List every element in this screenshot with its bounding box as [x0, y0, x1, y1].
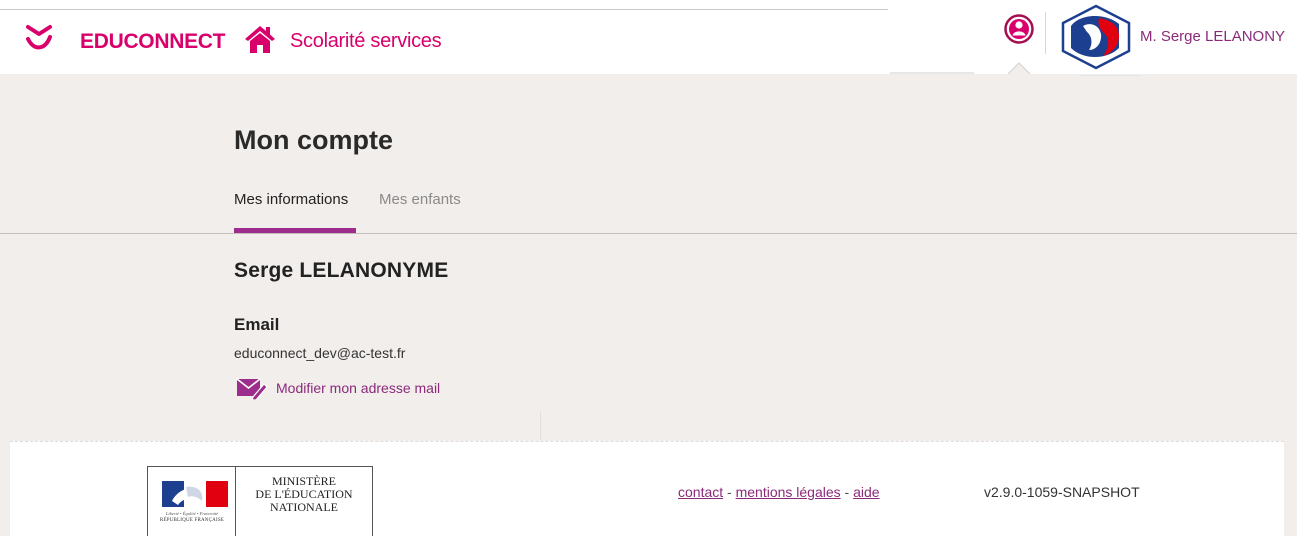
marianne-icon [162, 481, 228, 507]
top-bar: EDUCONNECT Scolarité services M. Serge L… [0, 0, 1297, 76]
republique-label: RÉPUBLIQUE FRANÇAISE [159, 518, 225, 523]
header-underline [1080, 75, 1140, 76]
profile-name: Serge LELANONYME [234, 259, 449, 282]
mail-edit-icon[interactable] [236, 376, 268, 400]
educonnect-logo-icon[interactable] [24, 24, 54, 52]
user-circle-icon[interactable] [1004, 14, 1034, 44]
link-separator: - [840, 484, 854, 500]
tabs-divider [0, 233, 1297, 234]
ministry-name: MINISTÈRE DE L'ÉDUCATION NATIONALE [236, 475, 372, 514]
app-version: v2.9.0-1059-SNAPSHOT [984, 484, 1140, 500]
marianne-flag-area: Liberté • Égalité • Fraternité RÉPUBLIQU… [148, 467, 236, 536]
footer-links: contact - mentions légales - aide [678, 484, 880, 500]
mentions-legales-link[interactable]: mentions légales [736, 484, 841, 500]
link-separator: - [723, 484, 736, 500]
email-label: Email [234, 315, 280, 334]
service-title[interactable]: Scolarité services [290, 30, 442, 53]
email-value: educonnect_dev@ac-test.fr [234, 345, 406, 361]
ministry-line: NATIONALE [270, 500, 338, 514]
tab-mes-enfants[interactable]: Mes enfants [379, 191, 461, 208]
page-title: Mon compte [234, 125, 393, 155]
header-underline [890, 72, 974, 74]
top-divider [0, 9, 888, 10]
modify-email-link[interactable]: Modifier mon adresse mail [276, 380, 440, 396]
user-name[interactable]: M. Serge LELANONY [1140, 28, 1285, 45]
decorative-divider [540, 412, 541, 440]
tab-mes-informations[interactable]: Mes informations [234, 191, 348, 208]
header-separator [1045, 12, 1046, 54]
home-icon[interactable] [244, 24, 276, 54]
brand-name[interactable]: EDUCONNECT [80, 30, 225, 54]
footer: Liberté • Égalité • Fraternité RÉPUBLIQU… [10, 441, 1284, 536]
contact-link[interactable]: contact [678, 484, 723, 500]
motto: Liberté • Égalité • Fraternité [165, 511, 219, 516]
dropdown-pointer-icon [1008, 62, 1030, 74]
aide-link[interactable]: aide [853, 484, 879, 500]
academie-logo-icon[interactable] [1059, 4, 1133, 70]
ministry-logo: Liberté • Égalité • Fraternité RÉPUBLIQU… [147, 466, 373, 536]
